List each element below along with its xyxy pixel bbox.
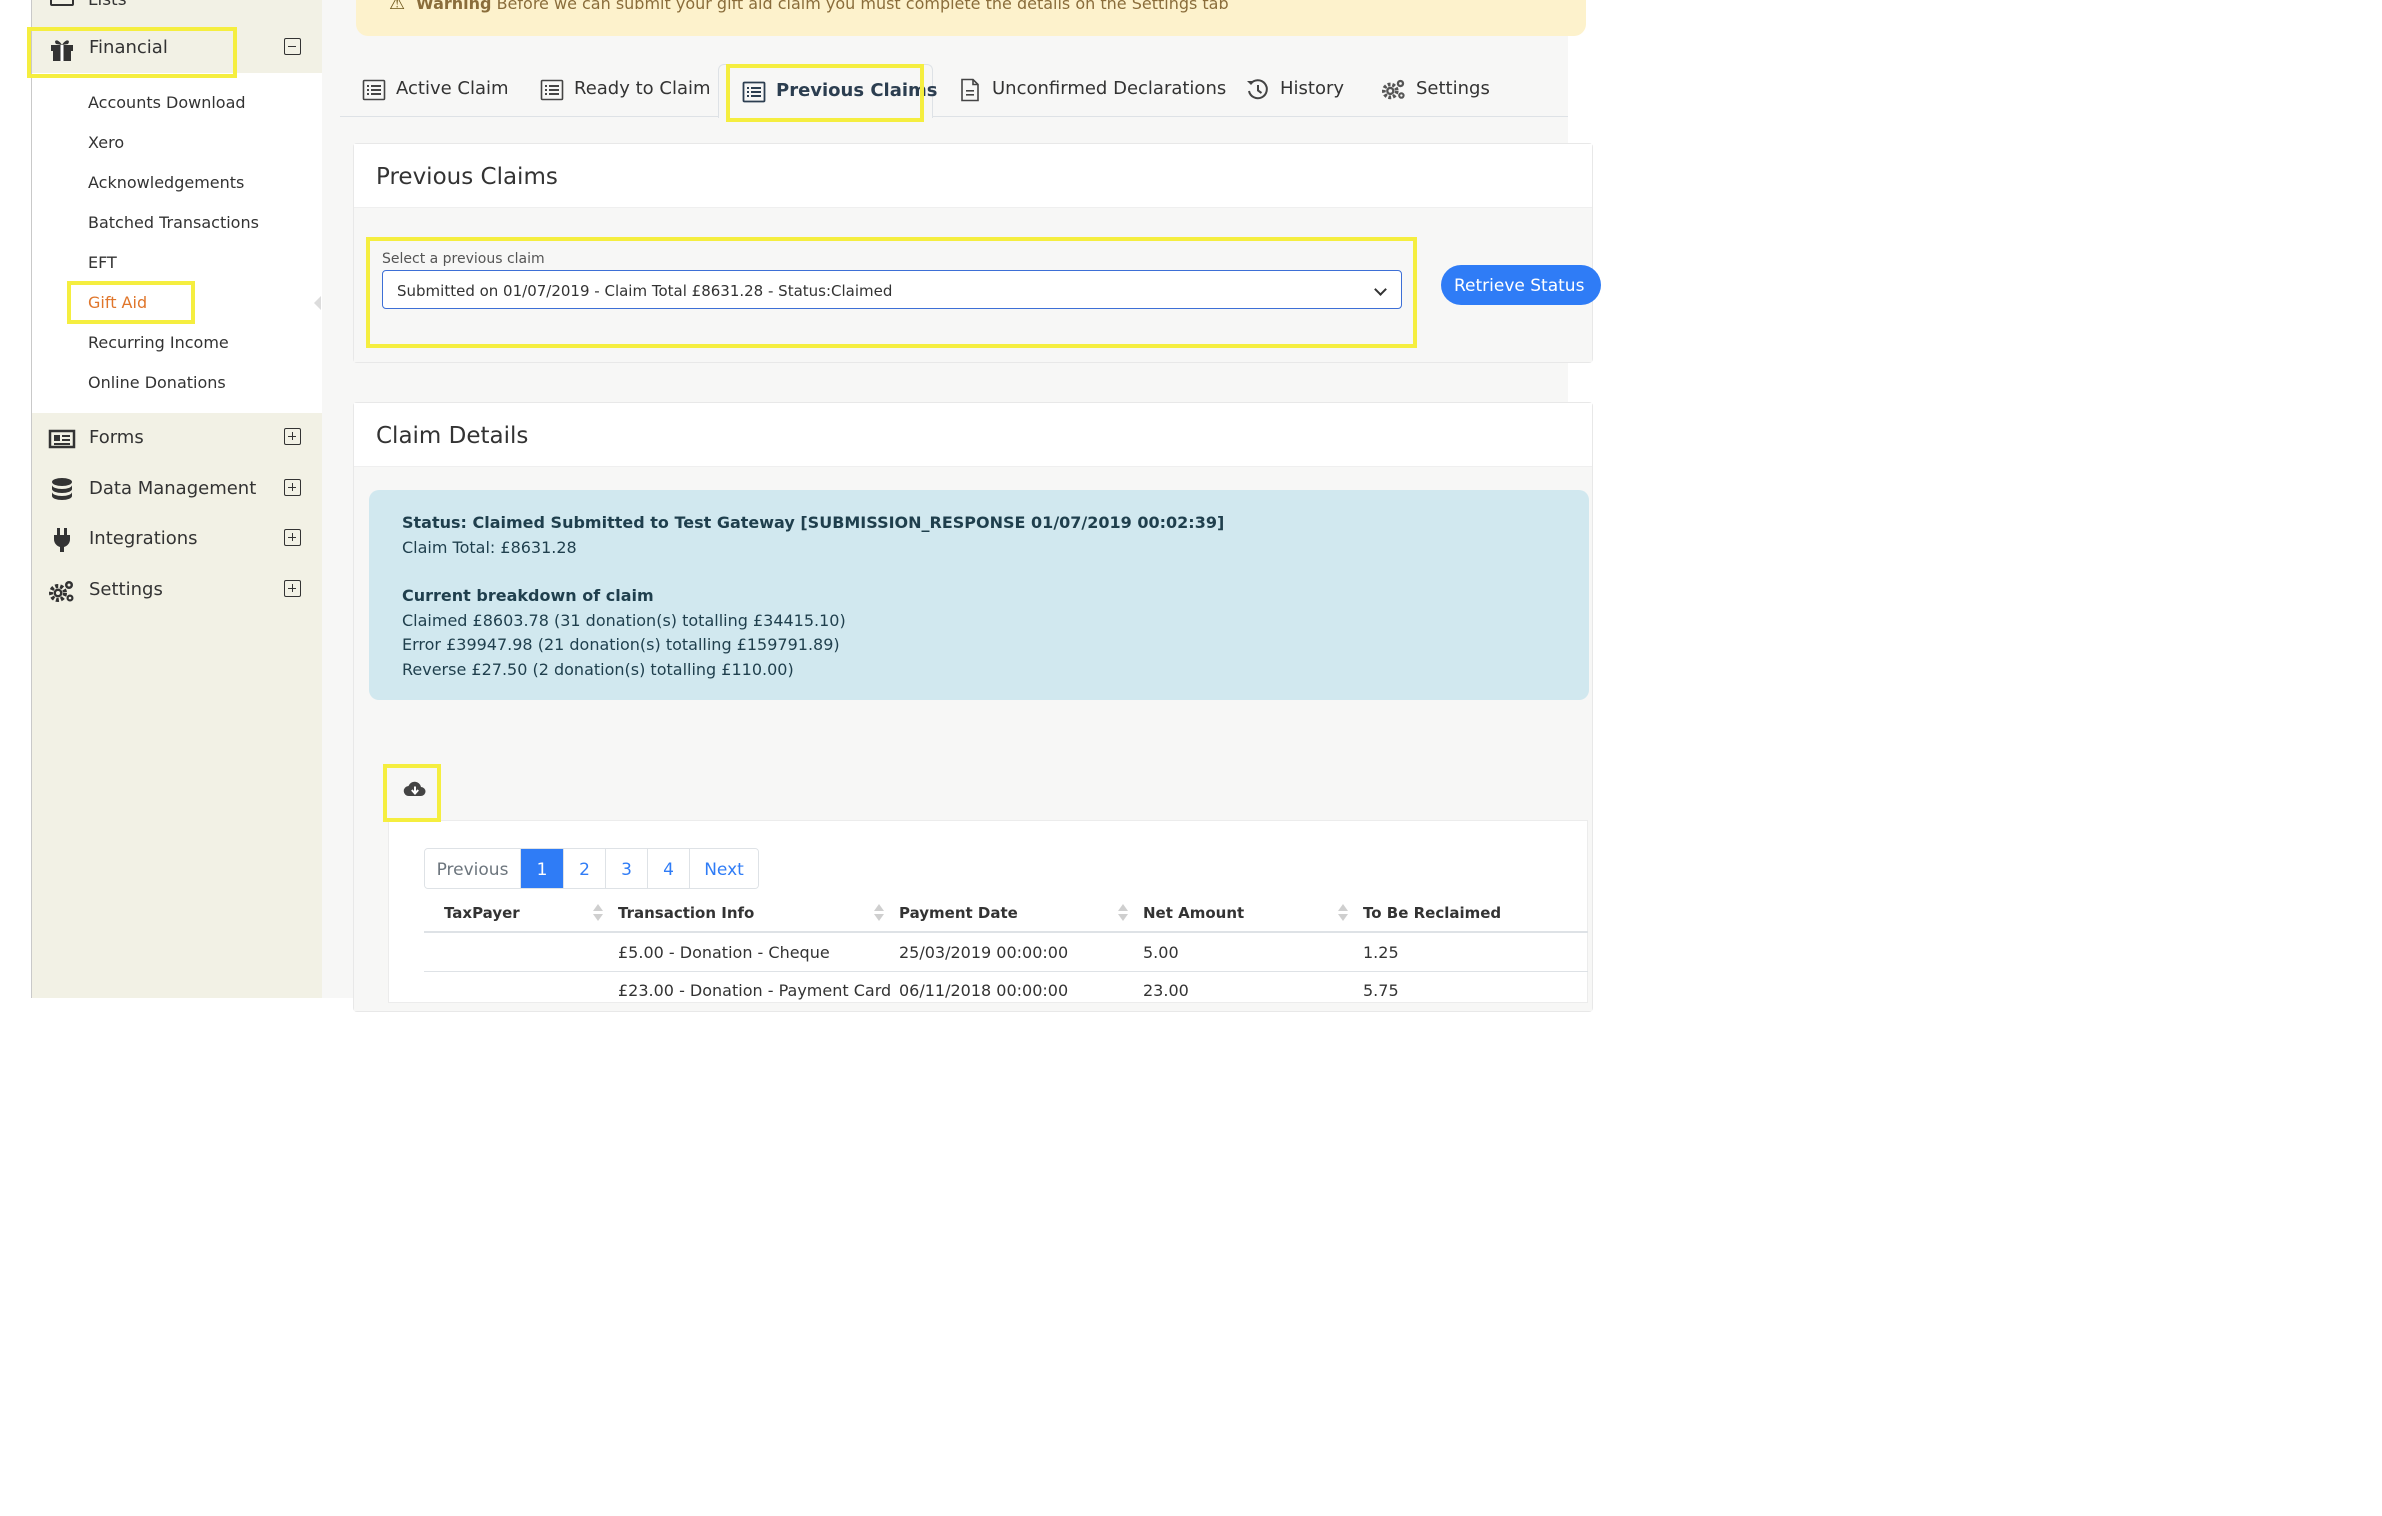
pagination-page-3[interactable]: 3	[606, 849, 648, 888]
cell-transaction-info: £5.00 - Donation - Cheque	[618, 943, 830, 962]
sort-icon[interactable]	[593, 904, 603, 922]
highlight-gift-aid	[67, 281, 195, 324]
retrieve-status-button[interactable]: Retrieve Status	[1441, 265, 1601, 305]
column-header-to-be-reclaimed[interactable]: To Be Reclaimed	[1363, 904, 1501, 922]
newspaper-icon	[48, 429, 76, 449]
sidebar-item-label: Forms	[89, 427, 144, 448]
database-icon	[52, 478, 72, 500]
table-toolbar	[388, 763, 1588, 821]
sidebar-item-integrations[interactable]: Integrations	[32, 515, 322, 565]
warning-strong: Warning	[416, 0, 492, 13]
sidebar-subitem-acknowledgements[interactable]: Acknowledgements	[88, 173, 244, 192]
table-header-divider	[424, 931, 1588, 933]
pagination-next[interactable]: Next	[690, 849, 758, 888]
breakdown-reverse: Reverse £27.50 (2 donation(s) totalling …	[402, 660, 794, 679]
cell-transaction-info: £23.00 - Donation - Payment Card	[618, 981, 892, 1000]
column-header-transaction-info[interactable]: Transaction Info	[618, 904, 754, 922]
sort-icon[interactable]	[1118, 904, 1128, 922]
sidebar-item-forms[interactable]: Forms	[32, 414, 322, 464]
warning-text: Warning Before we can submit your gift a…	[416, 0, 1229, 13]
tabs-divider	[340, 116, 1568, 117]
cell-payment-date: 25/03/2019 00:00:00	[899, 943, 1069, 962]
pagination-page-1[interactable]: 1	[521, 849, 564, 888]
pagination-page-2[interactable]: 2	[564, 849, 606, 888]
warning-message: Before we can submit your gift aid claim…	[496, 0, 1229, 13]
tab-label: History	[1280, 78, 1345, 99]
sidebar-subitem-xero[interactable]: Xero	[88, 133, 124, 152]
document-icon	[961, 78, 979, 102]
sidebar-subitem-batched-transactions[interactable]: Batched Transactions	[88, 213, 259, 232]
pagination: Previous 1 2 3 4 Next	[424, 848, 759, 889]
expand-icon[interactable]	[284, 479, 301, 496]
sidebar-item-data-management[interactable]: Data Management	[32, 465, 322, 515]
cell-to-be-reclaimed: 1.25	[1363, 943, 1399, 962]
collapse-icon[interactable]	[284, 38, 301, 55]
highlight-download	[383, 764, 441, 822]
sidebar-subitem-online-donations[interactable]: Online Donations	[88, 373, 226, 392]
tab-label: Active Claim	[396, 78, 509, 99]
gears-icon	[49, 581, 74, 602]
tab-label: Ready to Claim	[574, 78, 711, 99]
sidebar-item-label: Integrations	[89, 528, 198, 549]
highlight-financial	[27, 27, 237, 78]
sidebar-item-label: Data Management	[89, 478, 257, 499]
breakdown-claimed: Claimed £8603.78 (31 donation(s) totalli…	[402, 611, 846, 630]
tab-label: Settings	[1416, 78, 1490, 99]
sort-icon[interactable]	[874, 904, 884, 922]
plug-icon	[53, 528, 71, 552]
pagination-previous[interactable]: Previous	[425, 849, 521, 888]
breakdown-title: Current breakdown of claim	[402, 586, 654, 605]
warning-icon: ⚠	[389, 0, 406, 14]
cell-net-amount: 23.00	[1143, 981, 1189, 1000]
tab-label: Unconfirmed Declarations	[992, 78, 1227, 99]
list-icon	[50, 0, 74, 6]
cell-to-be-reclaimed: 5.75	[1363, 981, 1399, 1000]
breakdown-error: Error £39947.98 (21 donation(s) totallin…	[402, 635, 840, 654]
card-header: Claim Details	[354, 403, 1592, 467]
expand-icon[interactable]	[284, 580, 301, 597]
history-icon	[1247, 79, 1268, 100]
highlight-previous-claims-tab	[726, 64, 924, 122]
gears-icon	[1382, 79, 1405, 100]
previous-claims-title: Previous Claims	[376, 164, 558, 190]
column-header-net-amount[interactable]: Net Amount	[1143, 904, 1244, 922]
column-header-payment-date[interactable]: Payment Date	[899, 904, 1018, 922]
sidebar-subitem-recurring-income[interactable]: Recurring Income	[88, 333, 229, 352]
sort-icon[interactable]	[1338, 904, 1348, 922]
claim-status-text: Status: Claimed Submitted to Test Gatewa…	[402, 513, 1225, 532]
highlight-claim-select	[366, 237, 1417, 348]
claim-total-text: Claim Total: £8631.28	[402, 538, 577, 557]
claim-details-title: Claim Details	[376, 423, 529, 449]
sidebar-item-settings[interactable]: Settings	[32, 566, 322, 616]
list-icon	[540, 79, 564, 101]
column-header-taxpayer[interactable]: TaxPayer	[444, 904, 520, 922]
expand-icon[interactable]	[284, 529, 301, 546]
card-header: Previous Claims	[354, 144, 1592, 208]
cell-payment-date: 06/11/2018 00:00:00	[899, 981, 1069, 1000]
sidebar-subitem-accounts-download[interactable]: Accounts Download	[88, 93, 246, 112]
list-icon	[362, 79, 386, 101]
table-row-divider	[424, 971, 1588, 972]
expand-icon[interactable]	[284, 428, 301, 445]
sidebar-item-label: Settings	[89, 579, 163, 600]
sidebar-subitem-eft[interactable]: EFT	[88, 253, 117, 272]
cell-net-amount: 5.00	[1143, 943, 1179, 962]
sidebar-item-lists[interactable]: Lists	[88, 0, 127, 10]
sidebar-collapse-arrow-icon[interactable]	[314, 296, 321, 310]
pagination-page-4[interactable]: 4	[648, 849, 690, 888]
